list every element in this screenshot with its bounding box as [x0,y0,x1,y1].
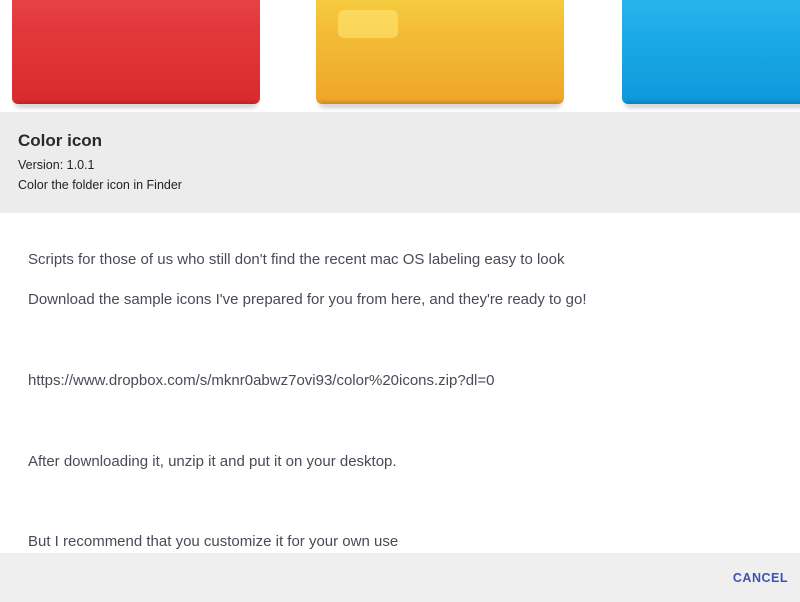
description-line-unzip: After downloading it, unzip it and put i… [28,453,397,470]
download-link[interactable]: https://www.dropbox.com/s/mknr0abwz7ovi9… [28,372,494,389]
description-line-customize: But I recommend that you customize it fo… [28,533,399,550]
script-version: Version: 1.0.1 [18,158,95,172]
blue-folder-icon [622,0,800,104]
script-info-header: Color icon Version: 1.0.1 Color the fold… [0,112,800,213]
folder-banner [0,0,800,112]
cancel-button[interactable]: CANCEL [733,571,788,585]
description-line-download: Download the sample icons I've prepared … [28,291,587,308]
script-tagline: Color the folder icon in Finder [18,178,182,192]
yellow-folder-icon [316,0,564,104]
script-description[interactable]: Scripts for those of us who still don't … [0,213,800,553]
script-title: Color icon [18,131,103,150]
color-icon-detail-dialog: Color icon Version: 1.0.1 Color the fold… [0,0,800,602]
dialog-footer: CANCEL [0,553,800,602]
description-line-intro: Scripts for those of us who still don't … [28,251,565,268]
folder-tab-highlight [338,10,398,38]
red-folder-icon [12,0,260,104]
